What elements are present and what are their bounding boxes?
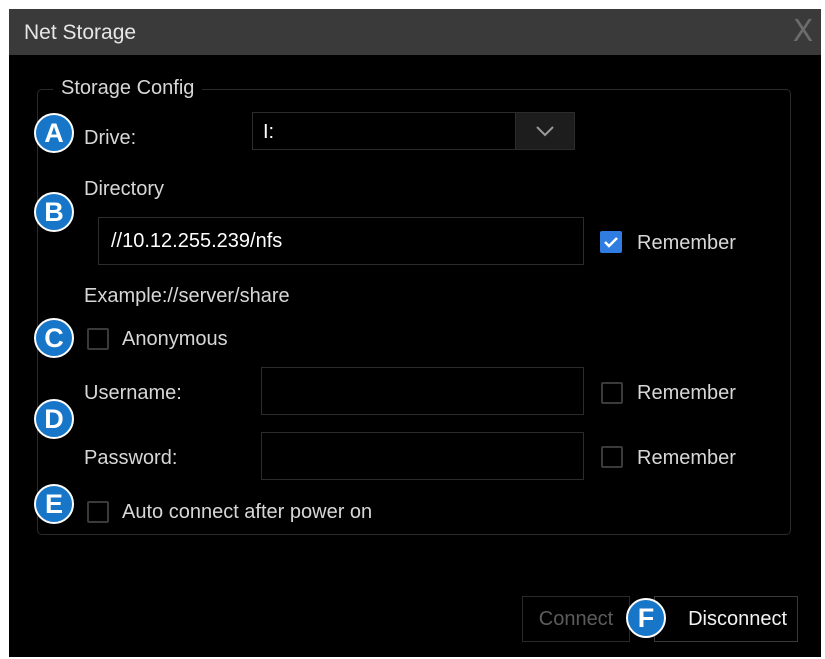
connect-button[interactable]: Connect [522, 596, 630, 642]
password-remember-checkbox[interactable] [601, 446, 623, 468]
anonymous-label: Anonymous [122, 328, 228, 350]
close-icon[interactable]: X [785, 9, 821, 55]
dialog-title: Net Storage [24, 21, 137, 44]
password-label: Password: [84, 447, 178, 469]
username-label: Username: [84, 382, 182, 404]
username-input[interactable] [261, 367, 584, 415]
directory-remember-checkbox[interactable] [600, 231, 622, 253]
drive-select[interactable]: I: [252, 112, 575, 150]
chevron-down-icon[interactable] [515, 113, 574, 149]
title-bar: Net Storage X [9, 9, 821, 55]
storage-config-title: Storage Config [53, 77, 203, 100]
username-remember-label: Remember [637, 382, 736, 404]
password-input[interactable] [261, 432, 584, 480]
directory-label: Directory [84, 178, 165, 200]
drive-label: Drive: [84, 127, 137, 149]
anonymous-checkbox[interactable] [87, 328, 109, 350]
auto-connect-checkbox[interactable] [87, 501, 109, 523]
checkmark-icon [604, 237, 618, 248]
callout-badge-c: C [34, 318, 74, 358]
callout-badge-d: D [34, 399, 74, 439]
callout-badge-b: B [34, 192, 74, 232]
disconnect-button[interactable]: Disconnect [654, 596, 798, 642]
drive-value: I: [263, 121, 275, 143]
username-remember-checkbox[interactable] [601, 382, 623, 404]
auto-connect-label: Auto connect after power on [122, 501, 373, 523]
directory-example: Example://server/share [84, 285, 290, 307]
directory-input[interactable]: //10.12.255.239/nfs [98, 217, 584, 265]
password-remember-label: Remember [637, 447, 736, 469]
callout-badge-f: F [626, 598, 666, 638]
callout-badge-a: A [34, 113, 74, 153]
directory-remember-label: Remember [637, 232, 736, 254]
callout-badge-e: E [34, 484, 74, 524]
